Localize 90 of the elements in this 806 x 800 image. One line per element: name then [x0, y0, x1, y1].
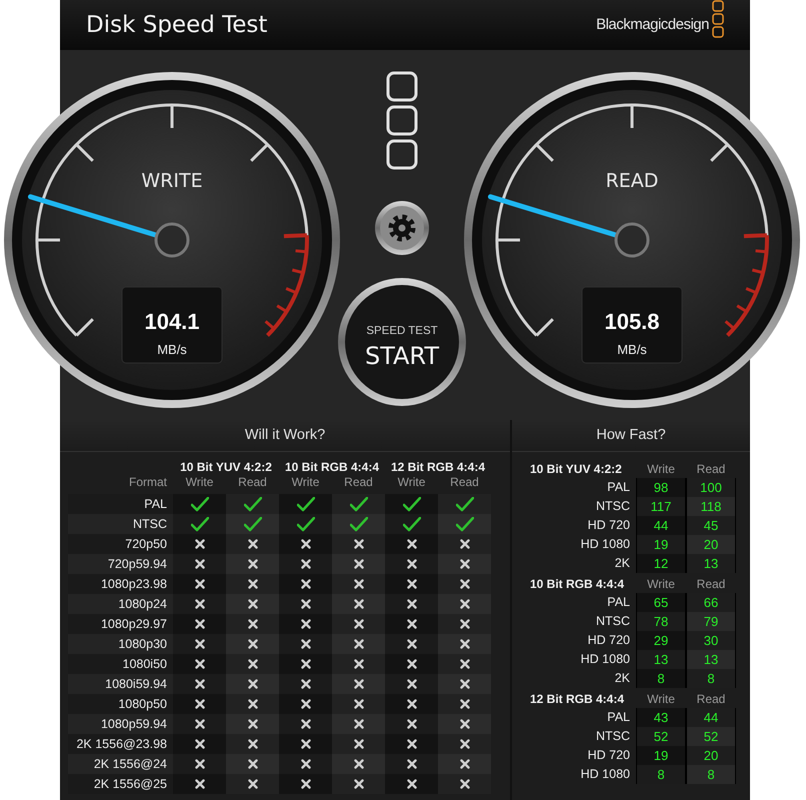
gauge-label: READ: [606, 170, 658, 192]
format-label: HD 720: [586, 632, 631, 649]
format-label: 2K 1556@25: [92, 776, 168, 793]
format-label: HD 1080: [580, 766, 631, 783]
column-header: Read: [343, 475, 374, 489]
format-label: PAL: [143, 496, 168, 513]
column-header: Write: [646, 462, 676, 476]
speed-value: 8: [686, 765, 736, 784]
speed-value: 20: [686, 746, 736, 765]
speed-value: 12: [636, 554, 686, 573]
format-label: 1080p30: [117, 636, 168, 653]
group-header: 10 Bit RGB 4:4:4: [284, 460, 380, 474]
column-header: Write: [184, 475, 214, 489]
format-label: PAL: [606, 594, 631, 611]
format-label: NTSC: [594, 728, 631, 745]
format-label: 2K: [614, 670, 631, 687]
format-label: NTSC: [132, 516, 168, 533]
speed-value: 44: [636, 516, 686, 535]
panel-title: Will it Work?: [60, 420, 510, 452]
speed-value: 44: [686, 708, 736, 727]
speed-value: 66: [686, 593, 736, 612]
format-label: 1080p23.98: [100, 576, 168, 593]
column-header: Write: [646, 692, 676, 706]
speed-value: 52: [686, 727, 736, 746]
format-label: 1080p59.94: [100, 716, 168, 733]
speed-value: 43: [636, 708, 686, 727]
column-header: Read: [696, 577, 726, 591]
speed-reading: 104.1: [144, 309, 200, 334]
format-label: 1080p24: [117, 596, 168, 613]
panel-title: How Fast?: [512, 420, 750, 452]
format-label: PAL: [606, 479, 631, 496]
speed-value: 13: [636, 650, 686, 669]
window-title: Disk Speed Test: [86, 12, 268, 38]
format-label: 2K: [614, 555, 631, 572]
format-label: NTSC: [594, 498, 631, 515]
column-header: Read: [449, 475, 480, 489]
format-label: PAL: [606, 709, 631, 726]
column-header: Write: [290, 475, 320, 489]
brand-name: Blackmagicdesign: [596, 16, 709, 32]
speed-value: 78: [636, 612, 686, 631]
speed-value: 45: [686, 516, 736, 535]
speed-value: 98: [636, 478, 686, 497]
format-label: 1080p50: [117, 696, 168, 713]
group-header: 12 Bit RGB 4:4:4: [529, 692, 626, 706]
group-header: 12 Bit RGB 4:4:4: [390, 460, 486, 474]
speed-value: 65: [636, 593, 686, 612]
speed-value: 19: [636, 746, 686, 765]
speed-value: 8: [636, 669, 686, 688]
format-label: 2K 1556@24: [92, 756, 168, 773]
format-label: 1080i50: [122, 656, 168, 673]
column-header: Read: [696, 692, 726, 706]
format-label: 1080i59.94: [104, 676, 168, 693]
speed-value: 100: [686, 478, 736, 497]
settings-button[interactable]: [375, 201, 429, 255]
column-header: Format: [128, 475, 168, 489]
speed-value: 13: [686, 554, 736, 573]
gauge-label: WRITE: [141, 170, 203, 192]
format-label: 720p59.94: [106, 556, 168, 573]
group-header: 10 Bit YUV 4:2:2: [529, 462, 623, 476]
brand-logo-icon: [712, 0, 724, 40]
speed-value: 8: [636, 765, 686, 784]
speed-value: 8: [686, 669, 736, 688]
speed-value: 30: [686, 631, 736, 650]
group-header: 10 Bit RGB 4:4:4: [529, 577, 626, 591]
group-header: 10 Bit YUV 4:2:2: [179, 460, 273, 474]
format-label: 2K 1556@23.98: [75, 736, 168, 753]
format-label: HD 720: [586, 517, 631, 534]
speed-value: 19: [636, 535, 686, 554]
column-header: Read: [237, 475, 268, 489]
format-label: 1080p29.97: [100, 616, 168, 633]
unit-label: MB/s: [157, 342, 187, 357]
speed-value: 118: [686, 497, 736, 516]
unit-label: MB/s: [617, 342, 647, 357]
column-header: Write: [646, 577, 676, 591]
speed-reading: 105.8: [604, 309, 660, 334]
logo-icon: [386, 72, 418, 170]
format-label: HD 1080: [580, 536, 631, 553]
start-button[interactable]: SPEED TEST START: [338, 278, 466, 406]
format-label: HD 720: [586, 747, 631, 764]
format-label: 720p50: [124, 536, 168, 553]
column-header: Read: [696, 462, 726, 476]
speed-value: 117: [636, 497, 686, 516]
speed-value: 20: [686, 535, 736, 554]
format-label: HD 1080: [580, 651, 631, 668]
speed-value: 29: [636, 631, 686, 650]
format-label: NTSC: [594, 613, 631, 630]
speed-value: 79: [686, 612, 736, 631]
speed-value: 52: [636, 727, 686, 746]
speed-value: 13: [686, 650, 736, 669]
column-header: Write: [396, 475, 426, 489]
